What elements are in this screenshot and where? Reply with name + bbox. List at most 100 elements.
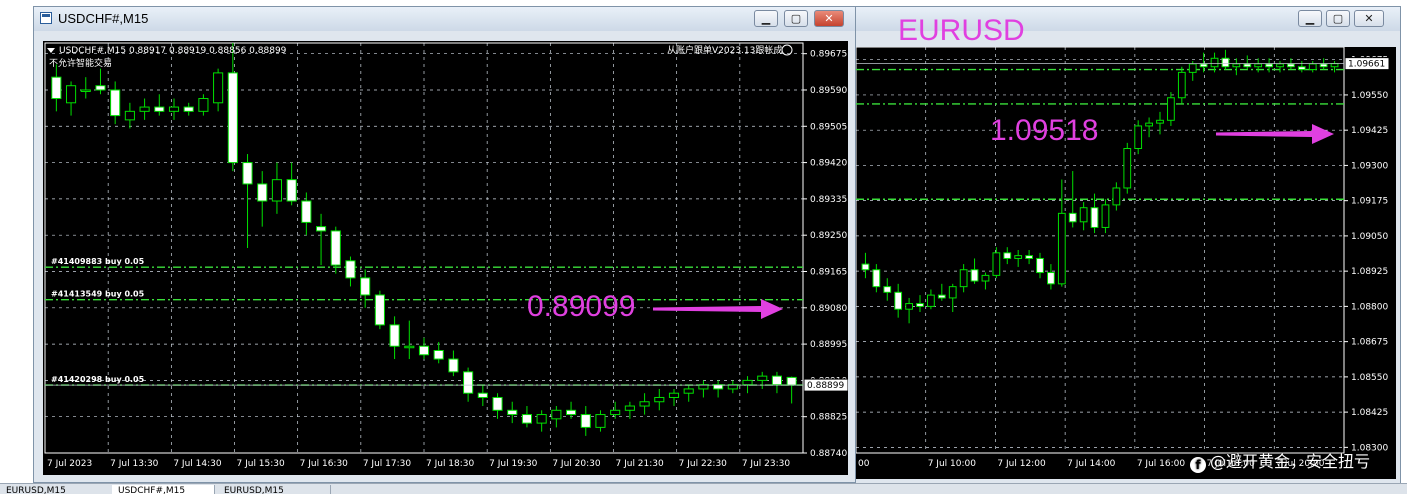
usdchf-minimize-button[interactable]: ▁ <box>754 10 778 27</box>
eurusd-chart[interactable]: 1.096751.095501.094251.093001.091751.090… <box>856 47 1396 479</box>
candle-body <box>1156 119 1164 124</box>
eurusd-close-button[interactable]: ✕ <box>1354 10 1384 27</box>
time-axis-label: 7 Jul 14:00 <box>1067 459 1116 469</box>
candle-body <box>1188 63 1197 73</box>
eurusd-title-label: EURUSD <box>898 14 1025 47</box>
candle-body <box>330 230 341 266</box>
price-axis-label: 1.08925 <box>1351 267 1388 277</box>
candle-body <box>1003 252 1012 259</box>
order-label: #41413549 buy 0.05 <box>51 290 145 299</box>
candle-body <box>1232 63 1241 68</box>
candle-body <box>1079 207 1088 223</box>
price-axis-label: 0.88740 <box>810 449 847 459</box>
candle-body <box>654 396 665 403</box>
candle-body <box>610 409 621 416</box>
candle-body <box>1276 63 1284 68</box>
candle-body <box>374 294 385 326</box>
candle-body <box>1101 204 1110 228</box>
candle-body <box>742 379 753 386</box>
candle-body <box>861 263 870 271</box>
watermark-text: @避开黄金，安全扭亏 <box>1210 452 1371 471</box>
candle-body <box>1112 187 1121 206</box>
candle-body <box>198 98 209 112</box>
candle-body <box>316 226 327 232</box>
price-axis-label: 1.09300 <box>1351 161 1388 171</box>
candle-body <box>757 375 768 381</box>
usdchf-chart-svg: 0.89675 0.89590 0.89505 0.89420 0.89335 0.892… <box>44 42 848 469</box>
time-axis-label: 7 Jul 16:00 <box>1137 459 1186 469</box>
candle-body <box>286 179 297 202</box>
candle-body <box>1014 255 1023 259</box>
candle-body <box>418 345 430 356</box>
usdchf-titlebar[interactable]: USDCHF#,M15 ▁ ▢ ✕ <box>34 7 855 31</box>
time-axis-label: 7 Jul 16:30 <box>300 459 349 469</box>
price-axis-label: 1.09050 <box>1351 232 1388 242</box>
eurusd-window[interactable]: ▁ ▢ ✕ 1.096751.095501.094251.093001.0917… <box>855 6 1401 484</box>
candle-body <box>981 274 990 282</box>
candle-body <box>959 269 968 288</box>
candle-body <box>1319 63 1328 68</box>
usdchf-window[interactable]: USDCHF#,M15 ▁ ▢ ✕ 0.89675 0.89590 0.89505 0… <box>33 6 856 483</box>
right-arrow-icon <box>1216 124 1334 144</box>
candle-body <box>389 324 400 347</box>
eurusd-minimize-button[interactable]: ▁ <box>1298 10 1322 27</box>
candle-body <box>448 358 459 373</box>
candle-body <box>1090 207 1099 228</box>
candle-body <box>183 106 194 112</box>
candle-body <box>1287 63 1295 68</box>
price-axis-label: 0.89250 <box>810 231 847 241</box>
candle-body <box>124 110 135 121</box>
chart-window-icon <box>40 12 52 24</box>
eurusd-chart-svg: 1.096751.095501.094251.093001.091751.090… <box>856 47 1390 469</box>
plot-frame <box>856 47 1345 454</box>
candle-body <box>1221 57 1230 68</box>
candle-body <box>1254 63 1263 68</box>
candle-body <box>1167 97 1175 121</box>
time-axis-label: 7 Jul 15:30 <box>237 459 286 469</box>
candle-body <box>521 414 533 424</box>
candle-body <box>916 303 924 307</box>
candle-body <box>1243 63 1252 68</box>
price-axis-label: 1.09175 <box>1351 197 1388 207</box>
current-price-label: 1.09661 <box>1348 60 1385 70</box>
candle-body <box>227 72 238 164</box>
candle-body <box>242 162 253 185</box>
candle-body <box>507 409 518 416</box>
price-axis-label: 0.89165 <box>810 267 847 277</box>
candle-body <box>301 200 312 223</box>
time-axis-label: 7 Jul 13:30 <box>110 459 159 469</box>
usdchf-close-button[interactable]: ✕ <box>814 10 844 27</box>
usdchf-maximize-button[interactable]: ▢ <box>784 10 808 27</box>
candle-body <box>1308 63 1317 71</box>
price-axis-label: 0.88995 <box>810 340 847 350</box>
candle-body <box>154 106 165 112</box>
candle-body <box>771 375 782 386</box>
candle-body <box>51 76 62 100</box>
candle-body <box>536 414 547 424</box>
candle-body <box>970 269 979 282</box>
price-axis-label: 1.09550 <box>1351 91 1388 101</box>
price-axis-label: 1.08800 <box>1351 302 1388 312</box>
time-axis-label: 7 Jul 18:30 <box>426 459 475 469</box>
candle-body <box>1057 212 1066 285</box>
eurusd-maximize-button[interactable]: ▢ <box>1326 10 1350 27</box>
candle-body <box>883 286 892 293</box>
candle-body <box>80 89 91 92</box>
candle-body <box>1123 148 1132 189</box>
candle-body <box>477 392 488 398</box>
candle-body <box>1265 63 1273 68</box>
facebook-icon: f <box>1190 457 1206 473</box>
watermark: f @避开黄金，安全扭亏 <box>1190 448 1370 473</box>
candle-body <box>345 260 356 279</box>
usdchf-chart[interactable]: 0.89675 0.89590 0.89505 0.89420 0.89335 0.892… <box>43 41 848 475</box>
candle-body <box>1047 272 1055 285</box>
current-price-label: 0.88899 <box>807 381 844 391</box>
candle-body <box>894 291 903 310</box>
price-axis-label: 0.89590 <box>810 86 847 96</box>
time-axis-label: 7 Jul 10:00 <box>928 459 977 469</box>
price-axis-label: 1.08425 <box>1351 408 1388 418</box>
candle-body <box>1068 212 1077 223</box>
candle-body <box>360 277 371 296</box>
candle-body <box>433 350 444 360</box>
candle-body <box>168 106 180 112</box>
